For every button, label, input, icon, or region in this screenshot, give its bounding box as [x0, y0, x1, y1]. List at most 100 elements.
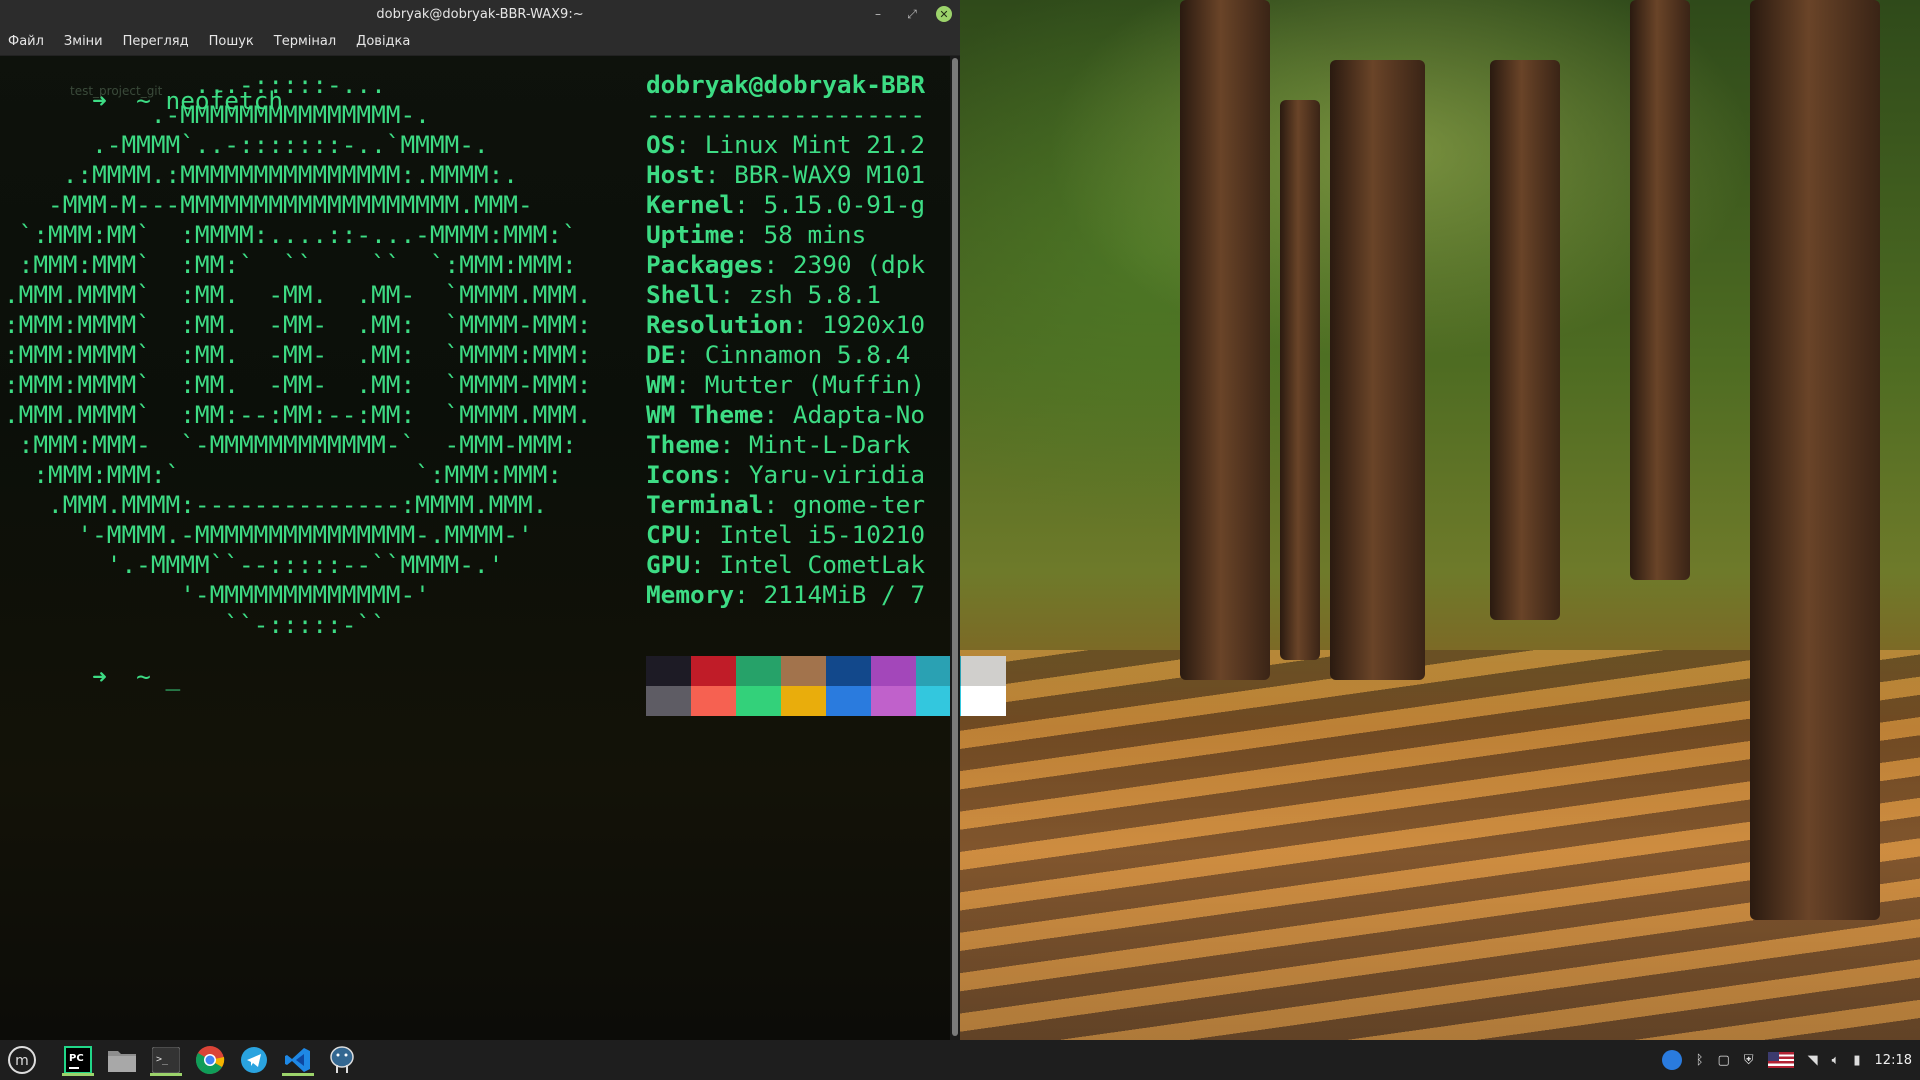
bluetooth-icon[interactable]: ᛒ — [1696, 1053, 1704, 1068]
menu-search[interactable]: Пошук — [209, 34, 254, 49]
files-icon[interactable] — [104, 1044, 140, 1076]
info-colon: : — [719, 460, 749, 489]
terminal-output[interactable]: ➜ ~ neofetch test_project_git ...-:::::-… — [0, 56, 1006, 1040]
palette-swatch — [736, 686, 781, 716]
info-row: Memory: 2114MiB / 7 — [646, 580, 925, 610]
ascii-logo-row: .-MMMMMMMMMMMMMMM-. — [4, 100, 430, 129]
ascii-logo-row: .MMM.MMMM` :MM:--:MM:--:MM: `MMMM.MMM. — [4, 400, 592, 429]
wallpaper-tree — [1630, 0, 1690, 580]
info-key: Packages — [646, 250, 764, 279]
wallpaper-tree — [1330, 60, 1425, 680]
vscode-icon[interactable] — [280, 1044, 316, 1076]
close-button[interactable]: ✕ — [936, 6, 952, 22]
info-colon: : — [675, 370, 705, 399]
menu-terminal[interactable]: Термінал — [274, 34, 336, 49]
menu-view[interactable]: Перегляд — [123, 34, 189, 49]
ascii-logo-row: -MMM-M---MMMMMMMMMMMMMMMMMMM.MMM- — [4, 190, 533, 219]
info-key: Kernel — [646, 190, 735, 219]
ascii-logo-row: .-MMMM`..-:::::::-..`MMMM-. — [4, 130, 489, 159]
update-icon[interactable] — [1661, 1050, 1682, 1070]
wallpaper-tree — [1280, 100, 1320, 660]
info-row: WM Theme: Adapta-No — [646, 400, 925, 430]
info-colon: : — [792, 310, 823, 339]
us-flag-icon[interactable] — [1767, 1052, 1794, 1068]
info-row: GPU: Intel CometLak — [646, 550, 925, 580]
info-value: 1920x10 — [822, 310, 926, 339]
info-row: Resolution: 1920x10 — [646, 310, 925, 340]
ascii-logo-row: :MMM:MMMM` :MM. -MM- .MM: `MMMM-MMM: — [4, 370, 592, 399]
shield-icon[interactable]: ⛨ — [1744, 1053, 1754, 1068]
info-colon: : — [690, 520, 720, 549]
pycharm-icon[interactable]: PC — [60, 1044, 96, 1076]
telegram-icon[interactable] — [236, 1044, 272, 1076]
minimize-button[interactable]: – — [868, 4, 888, 24]
battery-icon[interactable]: ▮ — [1853, 1053, 1860, 1068]
menu-bar: Файл Зміни Перегляд Пошук Термінал Довід… — [0, 28, 960, 56]
info-row: OS: Linux Mint 21.2 — [646, 130, 925, 160]
menu-edit[interactable]: Зміни — [64, 34, 103, 49]
palette-swatch — [826, 656, 871, 686]
svg-text:>_: >_ — [156, 1054, 169, 1065]
terminal-scrollbar[interactable] — [950, 56, 960, 1040]
menu-file[interactable]: Файл — [8, 34, 44, 49]
ascii-logo-row: :MMM:MMMM` :MM. -MM- .MM: `MMMM-MMM: — [4, 310, 592, 339]
info-value: Intel CometLak — [719, 550, 926, 579]
scrollbar-thumb[interactable] — [952, 58, 958, 1036]
ascii-logo-row: .MMM.MMMM` :MM. -MM. .MM- `MMMM.MMM. — [4, 280, 592, 309]
info-colon: : — [719, 430, 749, 459]
palette-swatch — [781, 686, 826, 716]
info-row: Packages: 2390 (dpk — [646, 250, 925, 280]
info-row: Icons: Yaru-viridia — [646, 460, 925, 490]
palette-swatch — [871, 686, 916, 716]
info-value: Adapta-No — [792, 400, 926, 429]
palette-swatch — [961, 686, 1006, 716]
info-key: Memory — [646, 580, 735, 609]
menu-icon[interactable]: m — [4, 1044, 40, 1076]
info-colon: : — [763, 400, 793, 429]
prompt-dir: ~ — [136, 662, 151, 691]
info-value: 2390 (dpk — [792, 250, 926, 279]
info-key: CPU — [646, 520, 691, 549]
info-key: WM Theme — [646, 400, 764, 429]
info-key: Uptime — [646, 220, 735, 249]
info-key: GPU — [646, 550, 691, 579]
info-key: Shell — [646, 280, 720, 309]
info-value: BBR-WAX9 M101 — [734, 160, 926, 189]
info-key: Host — [646, 160, 705, 189]
palette-swatch — [826, 686, 871, 716]
svg-text:m: m — [15, 1053, 29, 1069]
volume-icon[interactable]: 🔈︎ — [1832, 1053, 1840, 1068]
second-prompt-line: ➜ ~ _ — [4, 632, 180, 722]
wallpaper-tree — [1490, 60, 1560, 620]
wifi-icon[interactable]: ◥ — [1808, 1053, 1818, 1068]
info-colon: : — [734, 190, 764, 219]
menu-help[interactable]: Довідка — [356, 34, 410, 49]
info-value: Intel i5-10210 — [719, 520, 926, 549]
terminal-icon[interactable]: >_ — [148, 1044, 184, 1076]
info-colon: : — [734, 220, 764, 249]
cursor: _ — [165, 662, 181, 691]
maximize-button[interactable]: ⤢ — [902, 4, 922, 24]
info-key: Theme — [646, 430, 720, 459]
terminal-window[interactable]: dobryak@dobryak-BBR-WAX9:~ – ⤢ ✕ Файл Зм… — [0, 0, 1006, 1040]
palette-swatch — [781, 656, 826, 686]
prompt-arrow-icon: ➜ — [92, 662, 107, 691]
window-title: dobryak@dobryak-BBR-WAX9:~ — [376, 6, 584, 22]
palette-swatch — [646, 686, 691, 716]
info-value: 2114MiB / 7 — [763, 580, 926, 609]
clipboard-icon[interactable]: ▢ — [1718, 1053, 1730, 1068]
info-row: Shell: zsh 5.8.1 — [646, 280, 925, 310]
info-key: Terminal — [646, 490, 764, 519]
palette-swatch — [646, 656, 691, 686]
info-row: CPU: Intel i5-10210 — [646, 520, 925, 550]
chrome-icon[interactable] — [192, 1044, 228, 1076]
info-row: DE: Cinnamon 5.8.4 — [646, 340, 925, 370]
info-key: OS — [646, 130, 676, 159]
window-titlebar[interactable]: dobryak@dobryak-BBR-WAX9:~ – ⤢ ✕ — [0, 0, 960, 28]
clock[interactable]: 12:18 — [1875, 1053, 1912, 1068]
info-row: Theme: Mint-L-Dark — [646, 430, 925, 460]
system-info: dobryak@dobryak-BBR ------------------- … — [646, 70, 925, 610]
info-value: zsh 5.8.1 — [748, 280, 881, 309]
postgres-icon[interactable] — [324, 1044, 360, 1076]
ascii-logo-row: :MMM:MMM- `-MMMMMMMMMMMM-` -MMM-MMM: — [4, 430, 577, 459]
